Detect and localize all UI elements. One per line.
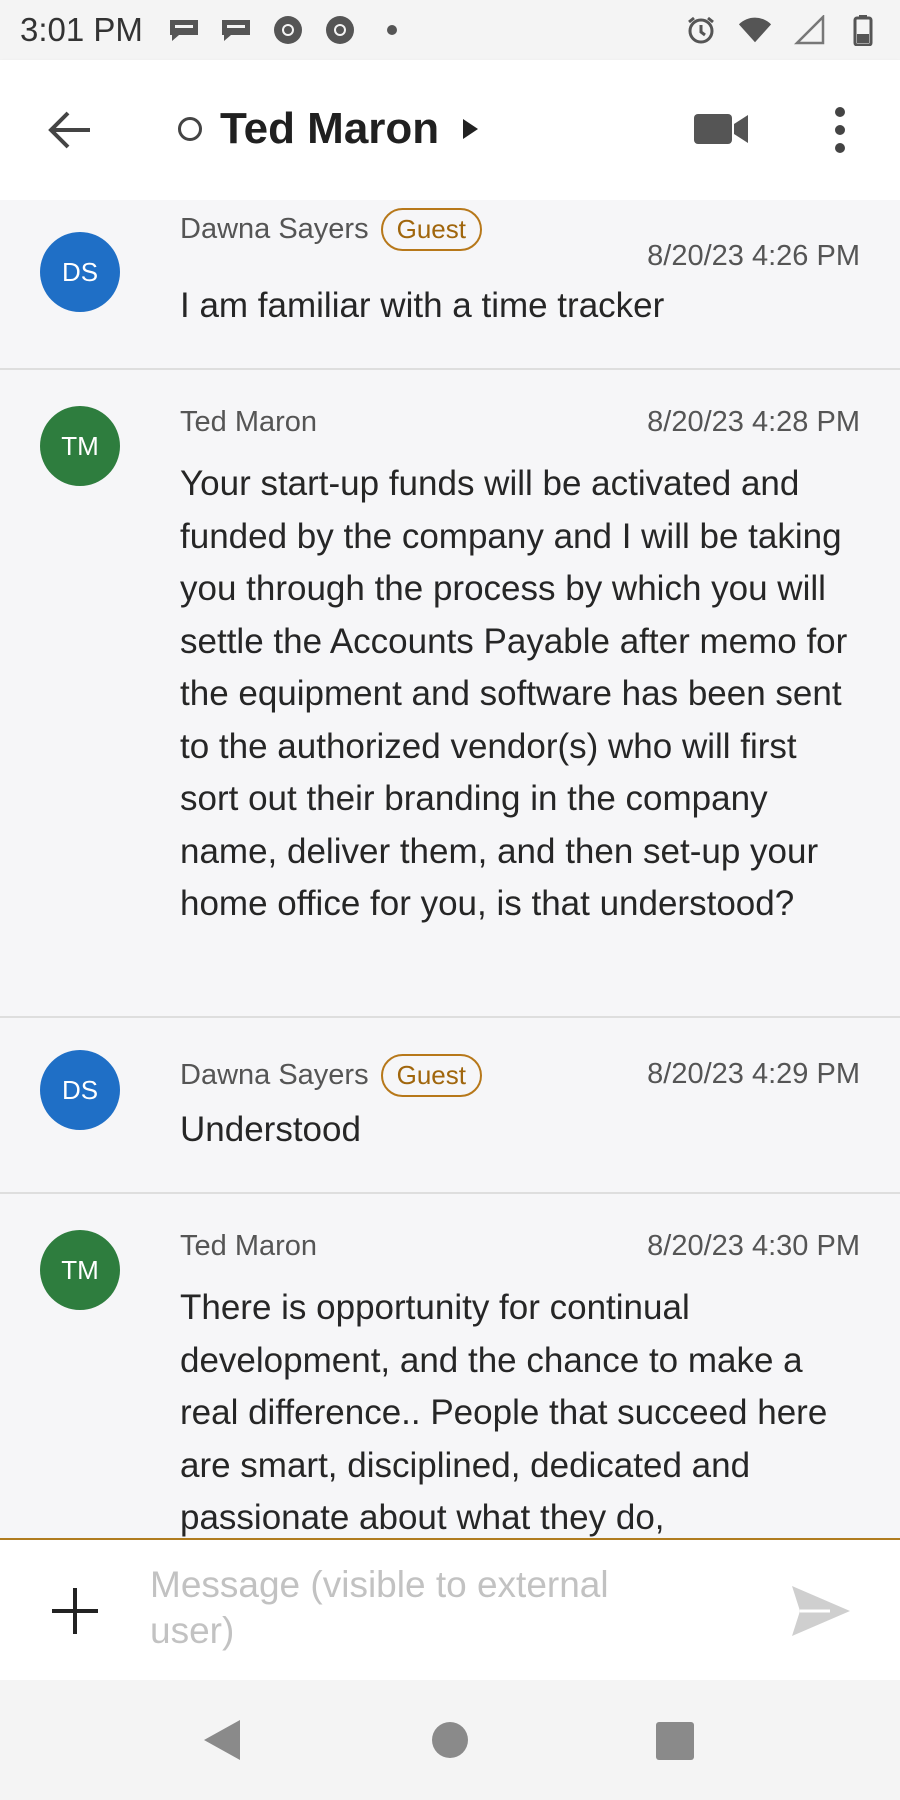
video-camera-icon bbox=[694, 114, 748, 144]
message-text: Your start-up funds will be activated an… bbox=[180, 464, 848, 923]
dot-icon bbox=[375, 13, 409, 47]
message-text: I am familiar with a time tracker bbox=[180, 286, 665, 325]
triangle-back-icon bbox=[204, 1720, 240, 1760]
status-bar: 3:01 PM bbox=[0, 0, 900, 60]
sender-name: Ted Maron bbox=[180, 406, 318, 438]
back-button[interactable] bbox=[40, 100, 100, 160]
message-timestamp: 8/20/23 4:29 PM bbox=[647, 1058, 860, 1090]
more-vertical-icon-dot bbox=[835, 125, 845, 135]
sender-name: Dawna Sayers bbox=[180, 213, 369, 245]
system-icons bbox=[684, 13, 880, 47]
chrome-icon bbox=[271, 13, 305, 47]
message-sender: Dawna Sayers Guest bbox=[180, 1054, 482, 1097]
status-time: 3:01 PM bbox=[20, 11, 143, 48]
message-sender: Dawna Sayers Guest bbox=[180, 208, 482, 251]
avatar: DS bbox=[40, 232, 120, 312]
message-text: Understood bbox=[180, 1110, 361, 1149]
send-button[interactable] bbox=[790, 1584, 852, 1638]
chat-bubble-icon bbox=[219, 13, 253, 47]
message-timestamp: 8/20/23 4:26 PM bbox=[647, 240, 860, 272]
message-list[interactable]: DS Dawna Sayers Guest 8/20/23 4:26 PM I … bbox=[0, 200, 900, 1538]
avatar: TM bbox=[40, 1230, 120, 1310]
message-sender: Ted Maron bbox=[180, 406, 317, 439]
guest-badge: Guest bbox=[380, 208, 482, 251]
app-bar: Ted Maron bbox=[0, 60, 900, 200]
add-attachment-button[interactable] bbox=[48, 1584, 102, 1638]
wifi-icon bbox=[738, 13, 772, 47]
more-options-button[interactable] bbox=[820, 100, 860, 160]
chat-bubble-icon bbox=[167, 13, 201, 47]
chrome-icon bbox=[323, 13, 357, 47]
avatar: DS bbox=[40, 1050, 120, 1130]
message-timestamp: 8/20/23 4:28 PM bbox=[647, 406, 860, 438]
more-vertical-icon-dot bbox=[835, 143, 845, 153]
message-sender: Ted Maron bbox=[180, 1230, 317, 1263]
conversation-title-button[interactable]: Ted Maron bbox=[178, 96, 479, 162]
system-nav-bar bbox=[0, 1680, 900, 1800]
nav-back-button[interactable] bbox=[200, 1718, 244, 1762]
notification-icons bbox=[167, 13, 409, 47]
message-item[interactable]: TM Ted Maron 8/20/23 4:30 PM There is op… bbox=[0, 1194, 900, 1538]
alarm-icon bbox=[684, 13, 718, 47]
nav-home-button[interactable] bbox=[432, 1722, 468, 1758]
avatar: TM bbox=[40, 406, 120, 486]
message-item[interactable]: TM Ted Maron 8/20/23 4:28 PM Your start-… bbox=[0, 370, 900, 1018]
guest-badge: Guest bbox=[380, 1054, 482, 1097]
sender-name: Dawna Sayers bbox=[180, 1059, 369, 1091]
arrow-left-icon bbox=[48, 111, 90, 149]
signal-icon bbox=[792, 13, 826, 47]
battery-icon bbox=[846, 13, 880, 47]
more-vertical-icon bbox=[835, 107, 845, 117]
message-item[interactable]: DS Dawna Sayers Guest 8/20/23 4:26 PM I … bbox=[0, 200, 900, 370]
message-timestamp: 8/20/23 4:30 PM bbox=[647, 1230, 860, 1262]
sender-name: Ted Maron bbox=[180, 1230, 318, 1262]
message-input[interactable] bbox=[150, 1562, 670, 1662]
conversation-title: Ted Maron bbox=[220, 104, 440, 153]
nav-recents-button[interactable] bbox=[656, 1722, 694, 1760]
message-composer bbox=[0, 1538, 900, 1680]
message-text: There is opportunity for continual devel… bbox=[180, 1288, 828, 1537]
caret-right-icon bbox=[463, 119, 479, 139]
video-call-button[interactable] bbox=[692, 106, 752, 152]
message-item[interactable]: DS Dawna Sayers Guest 8/20/23 4:29 PM Un… bbox=[0, 1018, 900, 1194]
send-icon bbox=[792, 1586, 850, 1636]
presence-status-icon bbox=[178, 117, 202, 141]
